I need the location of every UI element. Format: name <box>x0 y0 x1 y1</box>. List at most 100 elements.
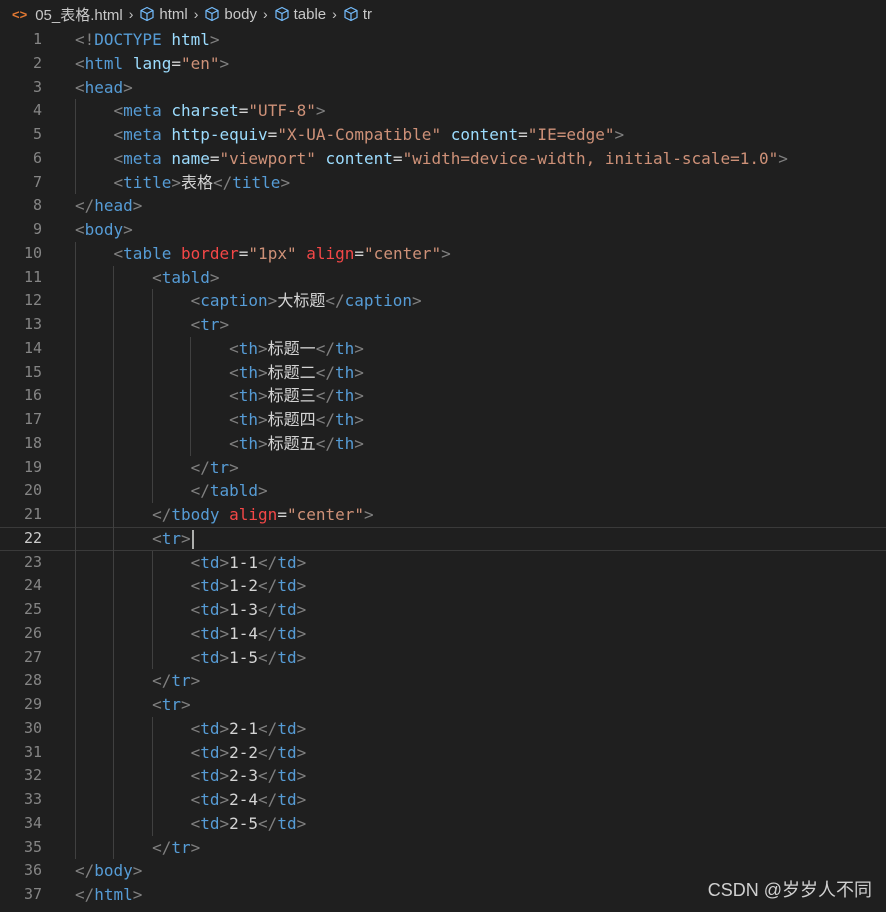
code-line[interactable]: 31 <td>2-2</td> <box>0 741 886 765</box>
line-code: <td>2-1</td> <box>190 718 307 738</box>
line-code: <th>标题二</th> <box>229 362 364 382</box>
code-line[interactable]: 3 <head> <box>0 76 886 100</box>
line-code: </tabld> <box>190 481 268 501</box>
line-number: 37 <box>23 885 42 903</box>
line-code: </tbody align="center"> <box>152 505 374 524</box>
indent-guide <box>151 550 153 670</box>
code-line[interactable]: 28 </tr> <box>0 669 886 693</box>
symbol-element-icon <box>275 6 289 22</box>
line-number: 6 <box>32 148 42 167</box>
code-line[interactable]: 18 <th>标题五</th> <box>0 432 886 456</box>
line-code: <tr> <box>152 695 191 714</box>
line-code: <td>2-2</td> <box>190 742 307 762</box>
code-line[interactable]: 33 <td>2-4</td> <box>0 788 886 812</box>
line-number: 14 <box>23 338 42 357</box>
indent-guide <box>151 716 153 836</box>
breadcrumb-file-label: 05_表格.html <box>35 6 123 24</box>
breadcrumb-file[interactable]: <> 05_表格.html <box>12 4 123 25</box>
code-line[interactable]: 35 </tr> <box>0 836 886 860</box>
line-code: <head> <box>75 77 133 97</box>
breadcrumb-item-tr[interactable]: tr <box>343 6 372 23</box>
code-line[interactable]: 20 </tabld> <box>0 479 886 503</box>
code-line[interactable]: 4 <meta charset="UTF-8"> <box>0 99 886 123</box>
code-line[interactable]: 14 <th>标题一</th> <box>0 337 886 361</box>
html-file-icon: <> <box>12 6 28 22</box>
line-code: <td>1-4</td> <box>190 623 307 643</box>
code-line[interactable]: 12 <caption>大标题</caption> <box>0 289 886 313</box>
line-code: <table border="1px" align="center"> <box>113 243 451 263</box>
code-line[interactable]: 23 <td>1-1</td> <box>0 551 886 575</box>
code-editor[interactable]: 1 <!DOCTYPE html> 2 <html lang="en"> 3 <head>… <box>0 28 886 907</box>
line-code: <meta charset="UTF-8"> <box>113 101 326 121</box>
line-number: 27 <box>23 647 42 666</box>
code-line[interactable]: 22 <tr> <box>0 527 886 551</box>
code-line[interactable]: 13 <tr> <box>0 313 886 337</box>
code-line[interactable]: 8 </head> <box>0 194 886 218</box>
line-code: </tr> <box>152 837 201 857</box>
line-number: 11 <box>23 267 42 286</box>
line-number: 24 <box>23 576 42 595</box>
code-line[interactable]: 27 <td>1-5</td> <box>0 646 886 670</box>
code-line[interactable]: 11 <tabld> <box>0 266 886 290</box>
breadcrumb-separator: › <box>128 6 134 22</box>
line-number: 4 <box>32 101 42 120</box>
code-line[interactable]: 19 </tr> <box>0 456 886 480</box>
line-number: 20 <box>23 481 42 500</box>
line-code: <th>标题四</th> <box>229 410 364 429</box>
line-number: 26 <box>23 623 42 642</box>
breadcrumb-item-html[interactable]: html <box>139 6 188 23</box>
line-code: <td>2-4</td> <box>190 790 307 809</box>
line-number: 8 <box>32 196 42 215</box>
line-number: 31 <box>23 742 42 761</box>
breadcrumb-item-table[interactable]: table <box>274 6 326 23</box>
line-number: 23 <box>23 552 42 571</box>
code-line[interactable]: 16 <th>标题三</th> <box>0 384 886 408</box>
breadcrumb-item-body[interactable]: body <box>204 6 257 23</box>
line-code: </body> <box>75 861 143 881</box>
line-code: <td>2-3</td> <box>190 766 307 786</box>
code-line[interactable]: 2 <html lang="en"> <box>0 52 886 76</box>
code-line[interactable]: 15 <th>标题二</th> <box>0 361 886 385</box>
line-number: 33 <box>23 790 42 808</box>
line-code: <html lang="en"> <box>75 53 230 73</box>
line-code: </head> <box>75 196 143 216</box>
line-code: <th>标题一</th> <box>229 338 364 358</box>
line-number: 9 <box>32 220 42 238</box>
indent-guide <box>190 336 192 456</box>
code-line[interactable]: 24 <td>1-2</td> <box>0 574 886 598</box>
line-code: </tr> <box>190 457 239 477</box>
line-code: <td>1-2</td> <box>190 576 307 596</box>
code-line[interactable]: 34 <td>2-5</td> <box>0 812 886 836</box>
code-line[interactable]: 17 <th>标题四</th> <box>0 408 886 432</box>
code-line[interactable]: 6 <meta name="viewport" content="width=d… <box>0 147 886 171</box>
code-line[interactable]: 7 <title>表格</title> <box>0 171 886 195</box>
indent-guide <box>151 289 153 503</box>
line-code: <meta http-equiv="X-UA-Compatible" conte… <box>113 125 625 144</box>
line-number: 12 <box>23 291 42 310</box>
line-number: 10 <box>23 243 42 262</box>
symbol-element-icon <box>140 6 155 22</box>
code-line[interactable]: 1 <!DOCTYPE html> <box>0 28 886 52</box>
line-code: <tr> <box>75 527 194 551</box>
line-number: 16 <box>23 386 42 405</box>
line-code: <meta name="viewport" content="width=dev… <box>113 148 788 168</box>
code-line[interactable]: 10 <table border="1px" align="center"> <box>0 242 886 266</box>
code-line[interactable]: 26 <td>1-4</td> <box>0 622 886 646</box>
indent-guide <box>75 241 76 860</box>
line-code: <tabld> <box>152 267 220 287</box>
line-number: 22 <box>23 528 42 547</box>
code-line[interactable]: 9 <body> <box>0 218 886 242</box>
line-code: </tr> <box>152 671 201 691</box>
line-number: 18 <box>23 433 42 452</box>
code-line[interactable]: 21 </tbody align="center"> <box>0 503 886 527</box>
code-line[interactable]: 25 <td>1-3</td> <box>0 598 886 622</box>
breadcrumb-item-label: body <box>224 5 257 23</box>
line-number: 25 <box>23 600 42 618</box>
line-code: <td>1-5</td> <box>190 647 307 667</box>
code-line[interactable]: 32 <td>2-3</td> <box>0 764 886 788</box>
code-line[interactable]: 29 <tr> <box>0 693 886 717</box>
line-number: 2 <box>32 53 42 72</box>
line-number: 5 <box>32 125 42 143</box>
code-line[interactable]: 5 <meta http-equiv="X-UA-Compatible" con… <box>0 123 886 147</box>
code-line[interactable]: 30 <td>2-1</td> <box>0 717 886 741</box>
